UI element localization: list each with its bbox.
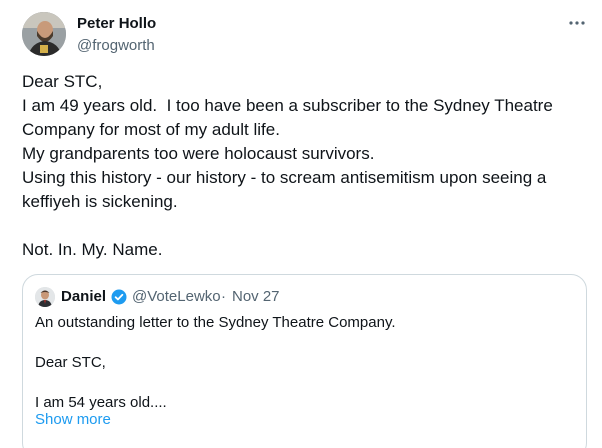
tweet-line: Company for most of my adult life. <box>22 120 280 139</box>
separator-dot: · <box>221 288 226 305</box>
tweet-line: Using this history - our history - to sc… <box>22 168 547 187</box>
quoted-tweet-card[interactable]: Daniel @VoteLewko · Nov 27 An outstandin… <box>22 274 587 448</box>
tweet-text: Dear STC, I am 49 years old. I too have … <box>22 70 592 262</box>
quote-line: I am 54 years old.... <box>35 394 167 411</box>
author-name[interactable]: Peter Hollo <box>77 14 156 34</box>
show-more-link[interactable]: Show more <box>35 410 111 430</box>
author-handle[interactable]: @frogworth <box>77 36 155 56</box>
quoted-tweet-date[interactable]: Nov 27 <box>232 287 280 307</box>
quoted-tweet-text: An outstanding letter to the Sydney Thea… <box>35 313 575 413</box>
quote-line-blank <box>35 373 575 393</box>
quote-line: Dear STC, <box>35 354 106 371</box>
quoted-author-avatar[interactable] <box>35 287 55 307</box>
tweet-line: My grandparents too were holocaust survi… <box>22 144 375 163</box>
verified-badge-icon <box>111 289 127 305</box>
tweet-line: Not. In. My. Name. <box>22 240 163 259</box>
quote-line: An outstanding letter to the Sydney Thea… <box>35 314 396 331</box>
tweet-line: Dear STC, <box>22 72 103 91</box>
tweet-line-blank <box>22 214 592 238</box>
more-horizontal-icon <box>568 13 586 31</box>
tweet: Peter Hollo @frogworth Dear STC, I am 49… <box>0 0 602 448</box>
tweet-line: keffiyeh is sickening. <box>22 192 178 211</box>
tweet-line: I am 49 years old. I too have been a sub… <box>22 96 553 115</box>
quote-line-blank <box>35 333 575 353</box>
more-options-button[interactable] <box>566 14 588 30</box>
quoted-author-name[interactable]: Daniel <box>61 287 106 307</box>
quoted-author-handle[interactable]: @VoteLewko <box>132 287 221 307</box>
author-avatar[interactable] <box>22 12 66 56</box>
